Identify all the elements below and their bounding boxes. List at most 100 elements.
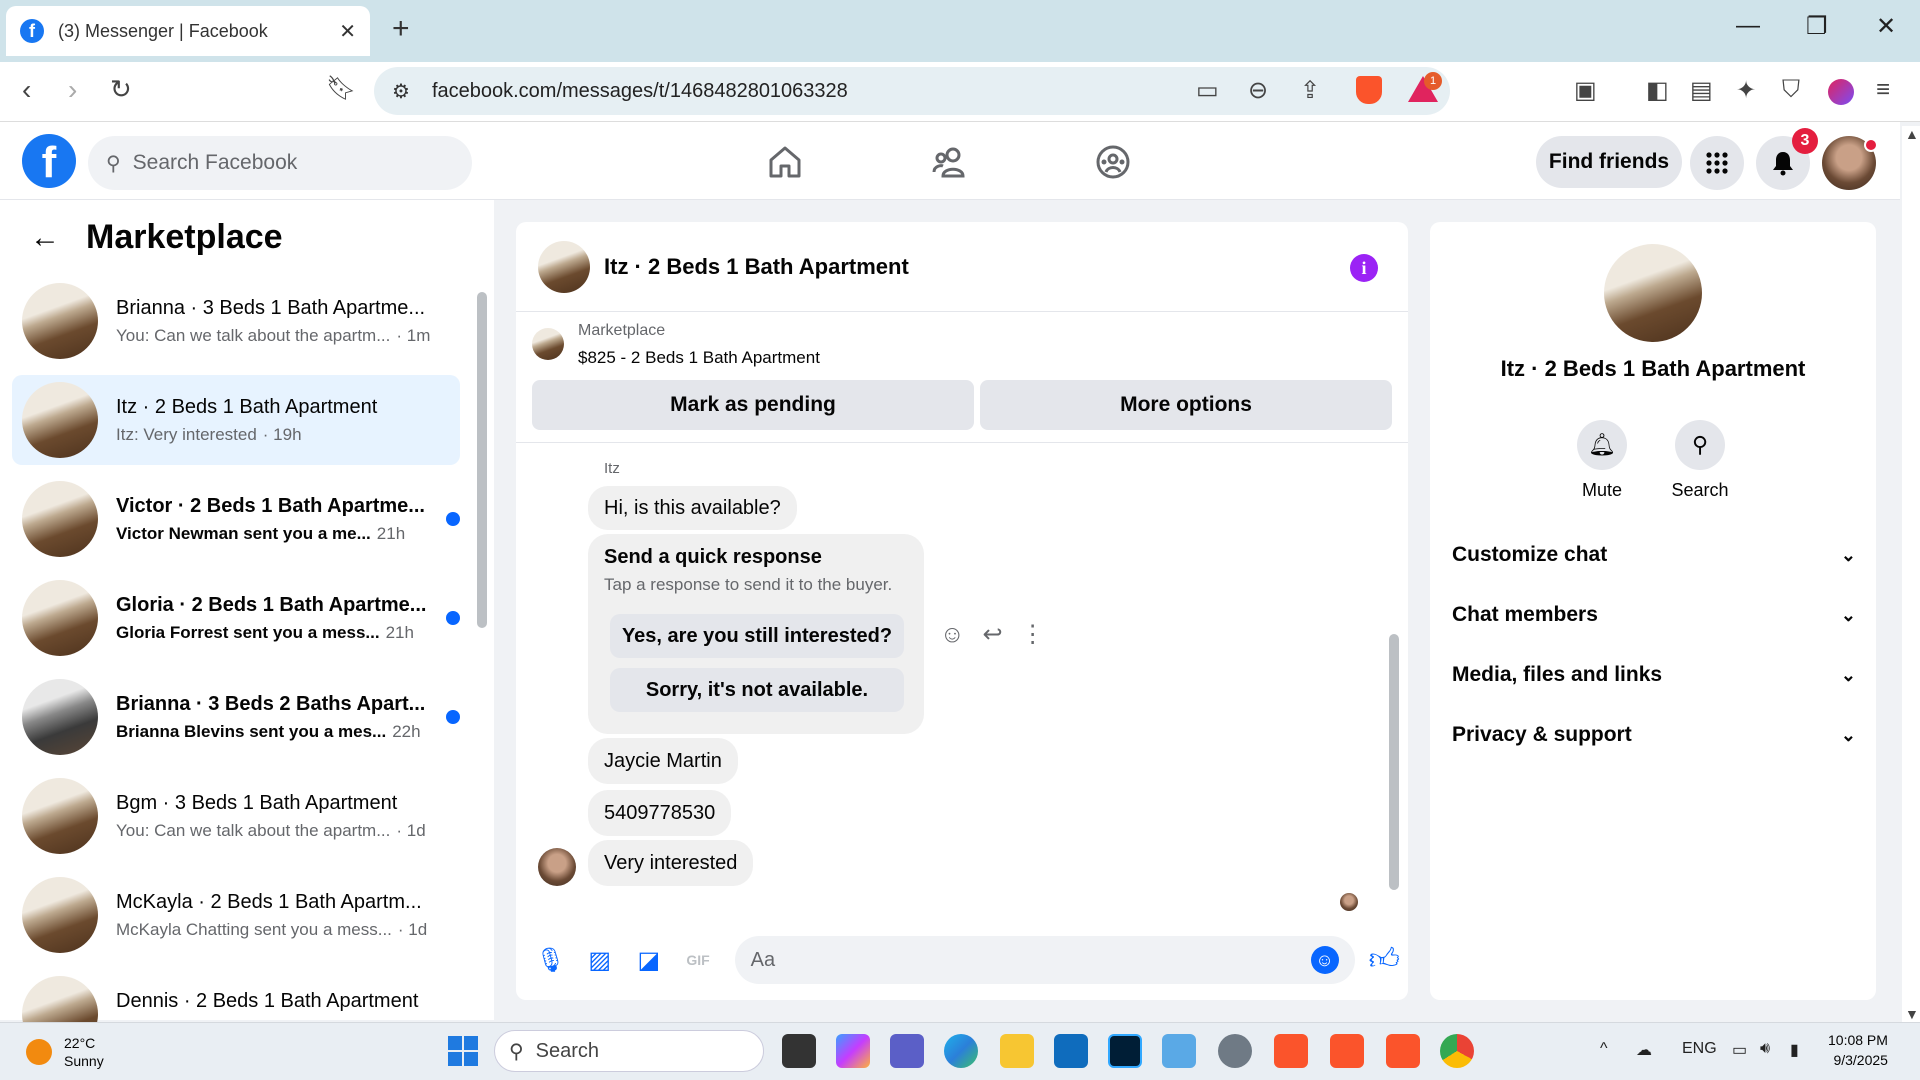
- app-icon[interactable]: [1218, 1034, 1252, 1068]
- site-settings-icon[interactable]: ⚙︎: [392, 79, 410, 104]
- minimize-icon[interactable]: —: [1736, 12, 1760, 40]
- notifications-badge: 3: [1792, 128, 1818, 154]
- message-input[interactable]: Aa ☺: [734, 936, 1355, 984]
- reload-icon[interactable]: ↻: [110, 74, 132, 105]
- chrome-icon[interactable]: [1440, 1034, 1474, 1068]
- like-icon[interactable]: 👍︎: [1369, 942, 1400, 978]
- conversation-item[interactable]: Bgm · 3 Beds 1 Bath Apartment You: Can we…: [12, 771, 460, 861]
- conversation-item[interactable]: Brianna · 3 Beds 2 Baths Apart... Brianna…: [12, 672, 460, 762]
- info-name: Itz · 2 Beds 1 Bath Apartment: [1500, 356, 1806, 381]
- marketplace-listing-info[interactable]: Marketplace $825 - 2 Beds 1 Bath Apartme…: [532, 322, 820, 368]
- sticker-icon[interactable]: ◪: [630, 941, 667, 979]
- restore-icon[interactable]: ❐: [1806, 12, 1828, 41]
- mute-button[interactable]: 🔔︎ Mute: [1552, 420, 1652, 501]
- teams-icon[interactable]: [890, 1034, 924, 1068]
- close-window-icon[interactable]: ✕: [1876, 12, 1896, 41]
- privacy-support-section[interactable]: Privacy & support ⌄: [1452, 712, 1856, 758]
- info-icon[interactable]: i: [1350, 254, 1378, 282]
- mark-as-pending-button[interactable]: Mark as pending: [532, 380, 974, 430]
- page-scrollbar[interactable]: ▲ ▼: [1902, 126, 1920, 1022]
- chat-header[interactable]: Itz · 2 Beds 1 Bath Apartment: [516, 222, 1408, 312]
- groups-icon[interactable]: [1088, 140, 1138, 184]
- taskbar-search[interactable]: ⚲ Search: [494, 1030, 764, 1072]
- task-view-icon[interactable]: [782, 1034, 816, 1068]
- friends-icon[interactable]: [924, 140, 974, 184]
- conversation-text: Itz · 2 Beds 1 Bath Apartment Itz: Very i…: [116, 396, 460, 445]
- outlook-icon[interactable]: [1054, 1034, 1088, 1068]
- wallet-icon[interactable]: ▤: [1690, 76, 1713, 105]
- file-explorer-icon[interactable]: [1000, 1034, 1034, 1068]
- search-in-chat-button[interactable]: ⚲ Search: [1650, 420, 1750, 501]
- app-icon[interactable]: [1162, 1034, 1196, 1068]
- bookmark-icon[interactable]: 🔖︎: [326, 74, 356, 103]
- address-bar[interactable]: ⚙︎ facebook.com/messages/t/1468482801063…: [374, 67, 1450, 115]
- menu-grid-icon[interactable]: [1690, 136, 1744, 190]
- conversation-item[interactable]: Brianna · 3 Beds 1 Bath Apartme... You: C…: [12, 276, 460, 366]
- sidebar-scrollbar[interactable]: [476, 270, 488, 1010]
- chat-scrollbar[interactable]: [1388, 452, 1400, 914]
- quick-response-card: Send a quick response Tap a response to …: [588, 534, 924, 734]
- conversation-text: Gloria · 2 Beds 1 Bath Apartme... Gloria …: [116, 594, 436, 643]
- language-indicator[interactable]: ENG: [1682, 1040, 1717, 1058]
- conversation-item[interactable]: Victor · 2 Beds 1 Bath Apartme... Victor …: [12, 474, 460, 564]
- home-icon[interactable]: [760, 140, 810, 184]
- clock[interactable]: 10:08 PM 9/3/2025: [1828, 1030, 1888, 1070]
- network-icon[interactable]: ☁︎: [1636, 1040, 1652, 1060]
- more-options-button[interactable]: More options: [980, 380, 1392, 430]
- account-status-dot: [1864, 138, 1878, 152]
- battery-icon[interactable]: ▮: [1790, 1040, 1799, 1060]
- sun-icon: [26, 1039, 52, 1065]
- zoom-out-icon[interactable]: ⊖: [1248, 76, 1268, 105]
- brave-icon[interactable]: [1386, 1034, 1420, 1068]
- reader-icon[interactable]: ▣: [1574, 76, 1597, 105]
- chat-members-section[interactable]: Chat members ⌄: [1452, 592, 1856, 638]
- new-tab-icon[interactable]: +: [392, 12, 410, 46]
- search-placeholder: Search Facebook: [132, 151, 298, 174]
- show-hidden-icons-icon[interactable]: ^: [1600, 1040, 1608, 1058]
- start-icon[interactable]: [448, 1036, 478, 1066]
- profile-icon[interactable]: [1828, 79, 1854, 105]
- search-input[interactable]: ⚲ Search Facebook: [88, 136, 472, 190]
- volume-icon[interactable]: 🔊︎: [1760, 1040, 1770, 1058]
- menu-icon[interactable]: ≡: [1876, 76, 1890, 104]
- back-arrow-icon[interactable]: ←: [30, 221, 60, 255]
- chevron-down-icon: ⌄: [1840, 604, 1856, 625]
- conversation-item[interactable]: McKayla · 2 Beds 1 Bath Apartm... McKayla…: [12, 870, 460, 960]
- weather-widget[interactable]: 22°C Sunny: [26, 1034, 104, 1070]
- brave-icon[interactable]: [1274, 1034, 1308, 1068]
- conversation-snippet-row: Itz: Very interested · 19h: [116, 425, 460, 445]
- close-tab-icon[interactable]: ✕: [339, 19, 356, 44]
- quick-response-no-button[interactable]: Sorry, it's not available.: [610, 668, 904, 712]
- leo-ai-icon[interactable]: ✦: [1736, 76, 1756, 105]
- find-friends-button[interactable]: Find friends: [1536, 136, 1682, 188]
- vpn-icon[interactable]: ⛉: [1782, 76, 1800, 104]
- edge-icon[interactable]: [944, 1034, 978, 1068]
- back-icon[interactable]: ‹: [22, 74, 31, 106]
- quick-response-yes-button[interactable]: Yes, are you still interested?: [610, 614, 904, 658]
- mute-label: Mute: [1581, 480, 1623, 500]
- react-icon[interactable]: ☺: [940, 621, 965, 649]
- brave-shields-icon[interactable]: [1356, 76, 1382, 104]
- photoshop-icon[interactable]: [1108, 1034, 1142, 1068]
- display-icon[interactable]: ▭: [1732, 1040, 1747, 1060]
- sidebar-title: Marketplace: [86, 218, 283, 256]
- more-vertical-icon[interactable]: ⋮: [1021, 620, 1045, 649]
- unread-dot: [446, 512, 460, 526]
- media-files-links-section[interactable]: Media, files and links ⌄: [1452, 652, 1856, 698]
- brave-icon[interactable]: [1330, 1034, 1364, 1068]
- emoji-icon[interactable]: ☺: [1310, 946, 1339, 974]
- microphone-icon[interactable]: 🎙︎: [532, 941, 569, 979]
- cast-icon[interactable]: ▭: [1196, 76, 1219, 105]
- share-icon[interactable]: ⇪: [1300, 76, 1320, 105]
- forward-icon[interactable]: ›: [68, 74, 77, 106]
- facebook-logo-icon[interactable]: f: [22, 134, 76, 188]
- photo-icon[interactable]: ▨: [581, 941, 618, 979]
- conversation-item[interactable]: Gloria · 2 Beds 1 Bath Apartme... Gloria …: [12, 573, 460, 663]
- reply-icon[interactable]: ↩: [983, 620, 1003, 649]
- sidebar-toggle-icon[interactable]: ◧: [1646, 76, 1669, 105]
- browser-tab[interactable]: f (3) Messenger | Facebook ✕: [6, 6, 370, 56]
- conversation-item[interactable]: Itz · 2 Beds 1 Bath Apartment Itz: Very i…: [12, 375, 460, 465]
- copilot-icon[interactable]: [836, 1034, 870, 1068]
- customize-chat-section[interactable]: Customize chat ⌄: [1452, 532, 1856, 578]
- gif-icon[interactable]: GIF: [679, 941, 716, 979]
